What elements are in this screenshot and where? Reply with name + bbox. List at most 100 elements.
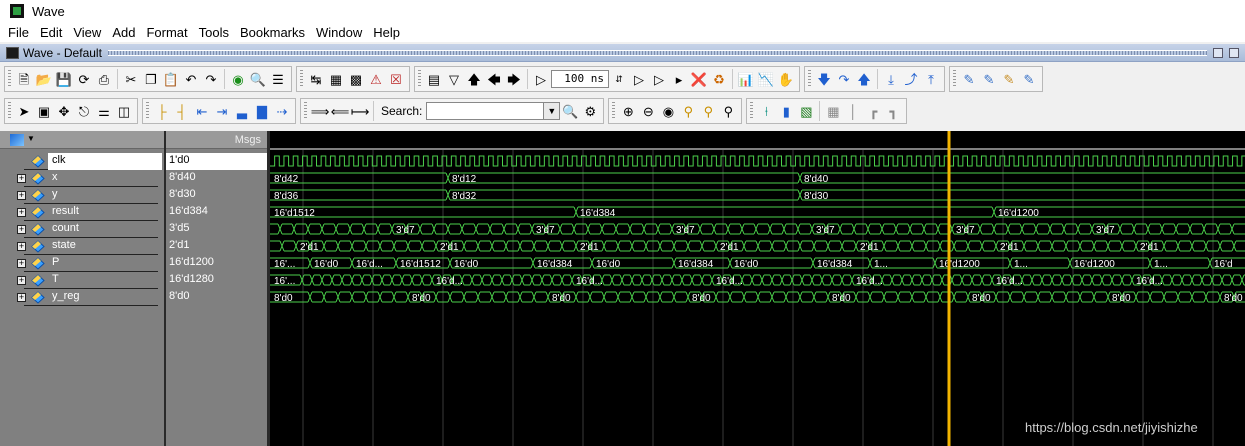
- menu-help[interactable]: Help: [373, 25, 400, 40]
- wave-edit-icon[interactable]: ◫: [115, 102, 133, 120]
- left-arrow-icon[interactable]: 🡄: [485, 70, 503, 88]
- paste-icon[interactable]: 📋: [162, 70, 180, 88]
- compile-icon[interactable]: ↹: [307, 70, 325, 88]
- step-into-line-icon[interactable]: ⤓: [882, 70, 900, 88]
- print-icon[interactable]: ⎙: [95, 70, 113, 88]
- time-spinner-icon[interactable]: ⇵: [610, 70, 628, 88]
- expand-icon[interactable]: +: [17, 208, 26, 217]
- expand-icon[interactable]: +: [17, 191, 26, 200]
- zoom-last-icon[interactable]: ⚲: [719, 102, 737, 120]
- find-prev-icon[interactable]: ▃: [233, 102, 251, 120]
- expand-icon[interactable]: +: [17, 225, 26, 234]
- menu-add[interactable]: Add: [112, 25, 135, 40]
- next-edge-icon[interactable]: ┤: [173, 102, 191, 120]
- step-over-line-icon[interactable]: ⤴: [902, 70, 920, 88]
- reload-icon[interactable]: ⟳: [75, 70, 93, 88]
- simulate-icon[interactable]: ▩: [347, 70, 365, 88]
- delete-cursor-icon[interactable]: ⟸: [331, 102, 350, 120]
- save-icon[interactable]: 💾: [55, 70, 73, 88]
- edit-icon-1[interactable]: ✎: [960, 70, 978, 88]
- signal-row-x[interactable]: + x: [0, 170, 164, 187]
- zoom-cursor-icon[interactable]: ⚲: [679, 102, 697, 120]
- run-time-input[interactable]: 100 ns: [551, 70, 609, 88]
- signal-row-p[interactable]: + P: [0, 255, 164, 272]
- edit-icon-3[interactable]: ✎: [1000, 70, 1018, 88]
- signal-row-t[interactable]: + T: [0, 272, 164, 289]
- menu-file[interactable]: File: [8, 25, 29, 40]
- continue-icon[interactable]: ▷: [650, 70, 668, 88]
- zoom-range-icon[interactable]: ⚲: [699, 102, 717, 120]
- add-icon[interactable]: ◉: [229, 70, 247, 88]
- expand-icon[interactable]: +: [17, 276, 26, 285]
- step-out-line-icon[interactable]: ⤒: [922, 70, 940, 88]
- dock-button[interactable]: [1213, 47, 1223, 58]
- zoom-in-icon[interactable]: ⊕: [619, 102, 637, 120]
- close-pane-button[interactable]: [1229, 47, 1239, 58]
- step-into-icon[interactable]: 🡇: [815, 70, 833, 88]
- search-forward-icon[interactable]: 🔍: [561, 102, 579, 120]
- list-icon[interactable]: ☰: [269, 70, 287, 88]
- find-icon[interactable]: 🔍: [249, 70, 267, 88]
- objects-icon[interactable]: [10, 134, 24, 146]
- gray-icon-2[interactable]: │: [844, 102, 862, 120]
- up-arrow-icon[interactable]: 🡅: [465, 70, 483, 88]
- stop-icon[interactable]: ☒: [387, 70, 405, 88]
- wave-window-titlebar[interactable]: Wave - Default: [0, 44, 1245, 62]
- run-all-icon[interactable]: ▸: [670, 70, 688, 88]
- run-icon[interactable]: ▷: [630, 70, 648, 88]
- break-icon[interactable]: ⚠: [367, 70, 385, 88]
- dataflow-icon[interactable]: ⍿: [757, 102, 775, 120]
- step-out-icon[interactable]: 🡅: [855, 70, 873, 88]
- drag-grip[interactable]: [107, 49, 1207, 56]
- menu-format[interactable]: Format: [146, 25, 187, 40]
- layout-icon[interactable]: ▤: [425, 70, 443, 88]
- gray-icon-3[interactable]: ┏: [864, 102, 882, 120]
- data-icon[interactable]: 📉: [757, 70, 775, 88]
- search-dropdown-button[interactable]: ▼: [544, 102, 561, 120]
- menu-bookmarks[interactable]: Bookmarks: [240, 25, 305, 40]
- menu-edit[interactable]: Edit: [40, 25, 62, 40]
- edit-icon-4[interactable]: ✎: [1020, 70, 1038, 88]
- edge-mode-icon[interactable]: ⎋: [75, 102, 93, 120]
- signal-row-state[interactable]: + state: [0, 238, 164, 255]
- find-falling-edge-icon[interactable]: ⇤: [193, 102, 211, 120]
- expand-icon[interactable]: +: [17, 293, 26, 302]
- gray-icon-4[interactable]: ┓: [884, 102, 902, 120]
- chevron-down-icon[interactable]: ▼: [27, 134, 35, 143]
- menu-tools[interactable]: Tools: [199, 25, 229, 40]
- cut-icon[interactable]: ✂: [122, 70, 140, 88]
- undo-icon[interactable]: ↶: [182, 70, 200, 88]
- pan-mode-icon[interactable]: ✥: [55, 102, 73, 120]
- edit-icon-2[interactable]: ✎: [980, 70, 998, 88]
- right-arrow-icon[interactable]: 🡆: [505, 70, 523, 88]
- search-input[interactable]: [426, 102, 545, 120]
- open-folder-icon[interactable]: 📂: [35, 70, 53, 88]
- prev-edge-icon[interactable]: ├: [153, 102, 171, 120]
- signal-row-count[interactable]: + count: [0, 221, 164, 238]
- signal-row-result[interactable]: + result: [0, 204, 164, 221]
- expand-icon[interactable]: +: [17, 242, 26, 251]
- show-drivers-icon[interactable]: ▧: [797, 102, 815, 120]
- new-file-icon[interactable]: 🗎: [15, 70, 33, 88]
- expand-icon[interactable]: +: [17, 259, 26, 268]
- waveform-canvas[interactable]: 8'd42 8'd12 8'd40 8'd36 8'd32 8'd30 16'd1512 16…: [270, 131, 1245, 446]
- search-options-icon[interactable]: ⚙: [581, 102, 599, 120]
- break-run-icon[interactable]: ❌: [690, 70, 708, 88]
- copy-icon[interactable]: ❐: [142, 70, 160, 88]
- find-rising-edge-icon[interactable]: ⇥: [213, 102, 231, 120]
- chart-icon[interactable]: 📊: [737, 70, 755, 88]
- hand-icon[interactable]: ✋: [777, 70, 795, 88]
- find-next-icon[interactable]: ▇: [253, 102, 271, 120]
- zoom-mode-icon[interactable]: ▣: [35, 102, 53, 120]
- waveform-pane[interactable]: 8'd42 8'd12 8'd40 8'd36 8'd32 8'd30 16'd1512 16…: [270, 131, 1245, 446]
- signal-row-y_reg[interactable]: + y_reg: [0, 289, 164, 306]
- signal-row-clk[interactable]: clk: [0, 153, 164, 170]
- expand-icon[interactable]: +: [17, 174, 26, 183]
- select-pointer-icon[interactable]: ➤: [15, 102, 33, 120]
- menu-window[interactable]: Window: [316, 25, 362, 40]
- zoom-out-icon[interactable]: ⊖: [639, 102, 657, 120]
- lock-cursor-icon[interactable]: ⟼: [351, 102, 370, 120]
- signal-row-y[interactable]: + y: [0, 187, 164, 204]
- menu-view[interactable]: View: [73, 25, 101, 40]
- find-first-icon[interactable]: ⇢: [273, 102, 291, 120]
